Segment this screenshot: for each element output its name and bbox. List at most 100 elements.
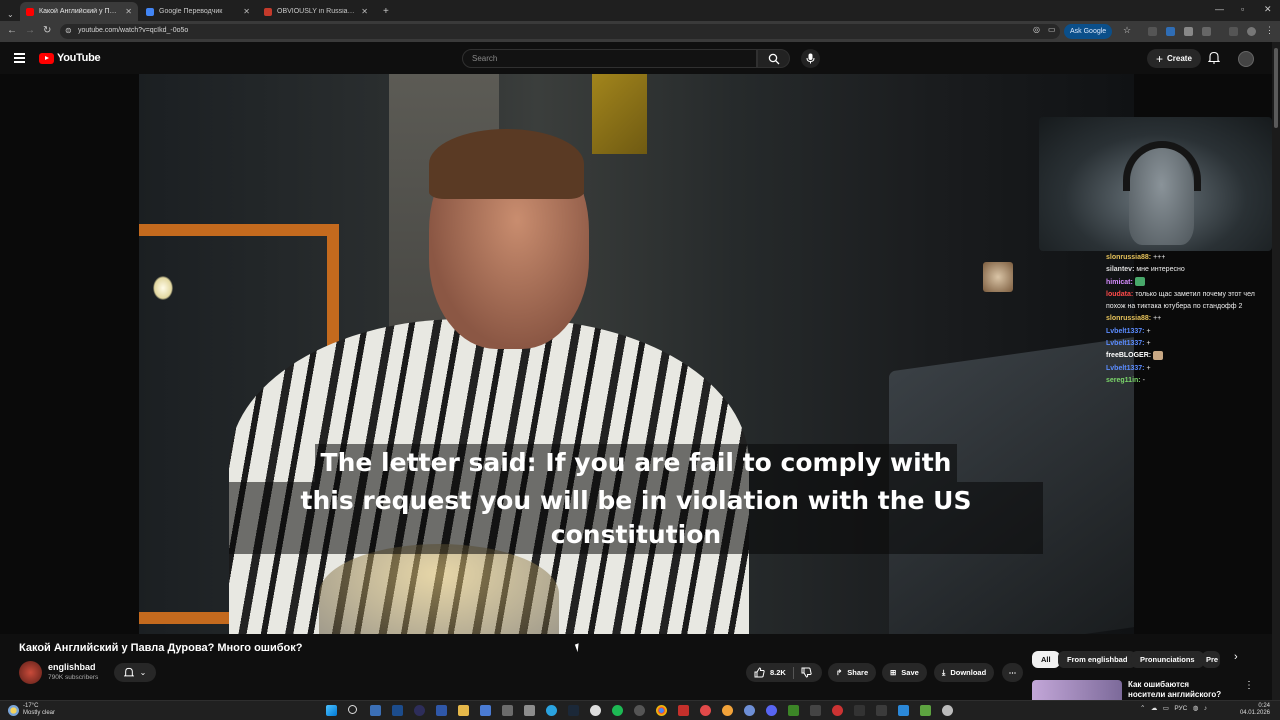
download-icon: ⤓ [942,667,946,677]
browser-toolbar: ← → ↻ ⊜ youtube.com/watch?v=qcIkd_-0o5o … [0,21,1280,42]
task-view-icon[interactable] [370,705,381,716]
extensions-puzzle-icon[interactable] [1202,27,1211,36]
chevron-right-icon[interactable]: › [1234,651,1238,663]
close-icon[interactable]: ✕ [125,7,132,16]
recommended-video-thumbnail[interactable] [1032,680,1122,700]
like-button[interactable]: 8.2K [754,667,786,678]
account-avatar[interactable] [1238,51,1254,67]
voice-search-button[interactable] [801,49,820,68]
bookmark-star-icon[interactable]: ☆ [1123,25,1131,36]
like-dislike-group: 8.2K [746,663,822,682]
chip-from-channel[interactable]: From englishbad [1058,651,1137,668]
menu-icon[interactable] [14,53,25,65]
app-icon[interactable] [898,705,909,716]
app-icon[interactable] [678,705,689,716]
app-icon[interactable] [634,705,645,716]
cambridge-favicon-icon [264,7,272,16]
browser-menu-icon[interactable]: ⋮ [1265,25,1274,36]
youtube-header: YouTube Search + Create [0,42,1272,74]
maximize-icon[interactable]: ▫ [1241,4,1244,14]
download-button[interactable]: ⤓ Download [934,663,995,682]
cast-icon[interactable]: ▭ [1048,25,1056,34]
chip-all[interactable]: All [1032,651,1060,668]
google-lens-icon[interactable]: ◎ [1033,25,1040,34]
profile-icon[interactable] [1247,27,1256,36]
app-icon[interactable] [480,705,491,716]
scrollbar-thumb[interactable] [1274,48,1278,128]
chatgpt-icon[interactable] [590,705,601,716]
save-playlist-icon: ⊞ [890,668,897,677]
app-icon[interactable] [854,705,865,716]
discord-icon[interactable] [766,705,777,716]
chip-more[interactable]: Pre [1202,651,1220,668]
weather-icon [8,704,19,716]
app-icon[interactable] [722,705,733,716]
new-tab-button[interactable]: + [377,2,395,21]
video-player[interactable]: The letter said: If you are fail to comp… [0,74,1272,634]
subscription-bell-button[interactable]: ⌄ [114,663,156,682]
video-title: Какой Английский у Павла Дурова? Много о… [19,642,303,654]
chat-message: himicat: [1106,277,1276,289]
app-icon[interactable] [744,705,755,716]
app-icon[interactable] [876,705,887,716]
tab-group-icon[interactable] [1229,27,1238,36]
app-icon[interactable] [810,705,821,716]
close-icon[interactable]: ✕ [243,7,250,16]
spotify-icon[interactable] [612,705,623,716]
tab-cambridge-dictionary[interactable]: OBVIOUSLY in Russian - Cambr... ✕ [258,2,374,21]
app-icon[interactable] [700,705,711,716]
telegram-icon[interactable] [546,705,557,716]
site-info-icon[interactable]: ⊜ [65,26,72,35]
minimize-icon[interactable]: — [1215,4,1224,14]
app-icon[interactable] [832,705,843,716]
extension-icon[interactable] [1166,27,1175,36]
app-icon[interactable] [436,705,447,716]
address-bar[interactable] [60,24,1060,39]
close-icon[interactable]: ✕ [361,7,368,16]
page-scrollbar[interactable] [1272,42,1280,700]
back-icon[interactable]: ← [7,25,17,36]
search-icon[interactable] [348,705,357,714]
minecraft-icon[interactable] [788,705,799,716]
save-button[interactable]: ⊞ Save [882,663,927,682]
channel-avatar[interactable] [19,661,42,684]
search-input[interactable]: Search [462,49,757,68]
system-clock[interactable]: 0:24 04.01.2026 [1232,703,1270,717]
headphones-icon [1123,141,1201,191]
chip-pronunciations[interactable]: Pronunciations [1131,651,1204,668]
app-icon[interactable] [920,705,931,716]
notifications-button[interactable] [1207,51,1221,69]
close-window-icon[interactable]: ✕ [1264,4,1272,15]
subscriber-count: 790K subscribers [48,674,99,681]
chat-emote-icon [1134,277,1145,287]
more-actions-button[interactable]: ⋯ [1002,663,1023,682]
file-explorer-icon[interactable] [458,705,469,716]
windows-start-icon[interactable] [326,705,337,716]
app-icon[interactable] [942,705,953,716]
app-icon[interactable] [414,705,425,716]
create-button[interactable]: + Create [1147,49,1201,68]
recommended-more-icon[interactable]: ⋮ [1244,680,1254,691]
chrome-icon[interactable] [656,705,667,716]
recommended-video-title[interactable]: Как ошибаются носители английского? [1128,680,1228,700]
channel-name[interactable]: englishbad [48,662,96,672]
reload-icon[interactable]: ↻ [43,25,51,36]
weather-widget[interactable]: -17°C Mostly clear [8,703,55,717]
share-button[interactable]: ↱ Share [828,663,877,682]
search-button[interactable] [757,49,790,68]
app-icon[interactable] [392,705,403,716]
thumbs-down-icon[interactable] [801,667,812,678]
extension-icon[interactable] [1184,27,1193,36]
app-icon[interactable] [524,705,535,716]
tab-google-translate[interactable]: Google Переводчик ✕ [140,2,256,21]
extension-icon[interactable] [1148,27,1157,36]
url-text[interactable]: youtube.com/watch?v=qcIkd_-0o5o [78,27,188,34]
tab-youtube-video[interactable]: Какой Английский у Павла Ду... ✕ [20,2,138,21]
subtitle-line-2: this request you will be in violation wi… [229,482,1043,554]
steam-icon[interactable] [568,705,579,716]
system-tray[interactable]: ⌃ ☁ ▭ РУС ◍ ♪ [1140,704,1207,712]
ask-google-button[interactable]: Ask Google [1064,24,1113,39]
forward-icon[interactable]: → [25,25,35,36]
youtube-logo[interactable]: YouTube [39,52,101,64]
app-icon[interactable] [502,705,513,716]
